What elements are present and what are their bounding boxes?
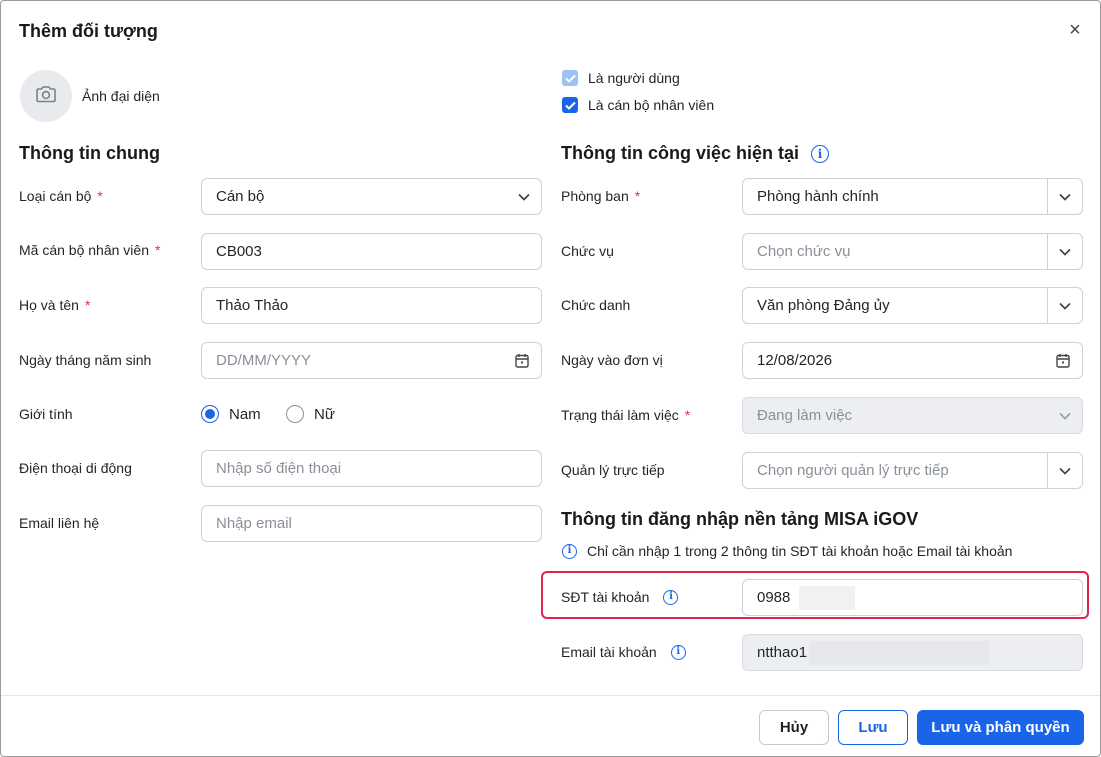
chevron-down-icon <box>506 179 541 214</box>
work-status-label: Trạng thái làm việc * <box>561 407 691 423</box>
redacted-area <box>799 586 855 610</box>
redacted-area <box>809 641 989 665</box>
checkbox-checked-icon <box>562 70 578 86</box>
position-label: Chức vụ <box>561 243 614 259</box>
join-date-label: Ngày vào đơn vị <box>561 352 663 368</box>
chevron-down-icon[interactable] <box>1047 234 1082 269</box>
info-icon[interactable]: i <box>663 589 679 605</box>
full-name-label: Họ và tên * <box>19 297 91 313</box>
gender-female-radio[interactable]: Nữ <box>286 405 335 423</box>
job-title-label: Chức danh <box>561 297 631 313</box>
chevron-down-icon[interactable] <box>1047 453 1082 488</box>
login-hint: i Chỉ cần nhập 1 trong 2 thông tin SĐT t… <box>562 543 1012 559</box>
chevron-down-icon[interactable] <box>1047 288 1082 323</box>
account-email-input: ntthao1 <box>742 634 1083 671</box>
radio-unselected-icon <box>286 405 304 423</box>
login-info-title: Thông tin đăng nhập nền tảng MISA iGOV <box>561 509 919 529</box>
phone-label: Điện thoại di động <box>19 460 132 476</box>
position-select[interactable]: Chọn chức vụ <box>742 233 1083 270</box>
info-icon: i <box>562 543 577 559</box>
calendar-icon[interactable] <box>1056 353 1070 372</box>
calendar-icon[interactable] <box>515 353 529 372</box>
staff-code-label: Mã cán bộ nhân viên * <box>19 242 161 258</box>
save-button[interactable]: Lưu <box>838 710 908 745</box>
join-date-input[interactable]: 12/08/2026 <box>742 342 1083 379</box>
close-icon[interactable]: × <box>1064 19 1086 41</box>
avatar-label: Ảnh đại diện <box>82 88 160 104</box>
full-name-input[interactable]: Thảo Thảo <box>201 287 542 324</box>
general-info-title: Thông tin chung <box>19 143 160 163</box>
is-staff-label: Là cán bộ nhân viên <box>588 97 715 113</box>
job-info-title-text: Thông tin công việc hiện tại <box>561 143 800 163</box>
gender-label: Giới tính <box>19 406 73 422</box>
job-title-select[interactable]: Văn phòng Đảng ủy <box>742 287 1083 324</box>
manager-select[interactable]: Chọn người quản lý trực tiếp <box>742 452 1083 489</box>
staff-type-select[interactable]: Cán bộ <box>201 178 542 215</box>
add-object-dialog: Thêm đối tượng × Ảnh đại diện Là người d… <box>0 0 1101 757</box>
radio-selected-icon <box>201 405 219 423</box>
is-staff-checkbox[interactable]: Là cán bộ nhân viên <box>562 97 714 113</box>
dialog-title: Thêm đối tượng <box>19 21 158 41</box>
department-label: Phòng ban * <box>561 188 641 204</box>
staff-type-label: Loại cán bộ * <box>19 188 103 204</box>
manager-label: Quản lý trực tiếp <box>561 462 665 478</box>
account-phone-input[interactable]: 0988 <box>742 579 1083 616</box>
is-user-label: Là người dùng <box>588 70 680 86</box>
contact-email-label: Email liên hệ <box>19 515 100 531</box>
camera-icon <box>35 84 57 108</box>
account-phone-label: SĐT tài khoản i <box>561 589 679 605</box>
work-status-select: Đang làm việc <box>742 397 1083 434</box>
dob-label: Ngày tháng năm sinh <box>19 352 152 368</box>
is-user-checkbox[interactable]: Là người dùng <box>562 70 680 86</box>
checkbox-checked-icon <box>562 97 578 113</box>
info-icon[interactable]: i <box>811 144 830 163</box>
chevron-down-icon[interactable] <box>1047 179 1082 214</box>
footer-divider <box>1 695 1100 696</box>
gender-male-radio[interactable]: Nam <box>201 405 261 423</box>
department-select[interactable]: Phòng hành chính <box>742 178 1083 215</box>
cancel-button[interactable]: Hủy <box>759 710 829 745</box>
contact-email-input[interactable]: Nhập email <box>201 505 542 542</box>
avatar-upload[interactable] <box>20 70 72 122</box>
phone-input[interactable]: Nhập số điện thoại <box>201 450 542 487</box>
save-and-assign-button[interactable]: Lưu và phân quyền <box>917 710 1084 745</box>
staff-code-input[interactable]: CB003 <box>201 233 542 270</box>
job-info-title: Thông tin công việc hiện tại i <box>561 143 830 164</box>
info-icon[interactable]: i <box>670 644 686 660</box>
dob-input[interactable]: DD/MM/YYYY <box>201 342 542 379</box>
account-email-label: Email tài khoản i <box>561 644 686 660</box>
chevron-down-icon <box>1047 398 1082 433</box>
